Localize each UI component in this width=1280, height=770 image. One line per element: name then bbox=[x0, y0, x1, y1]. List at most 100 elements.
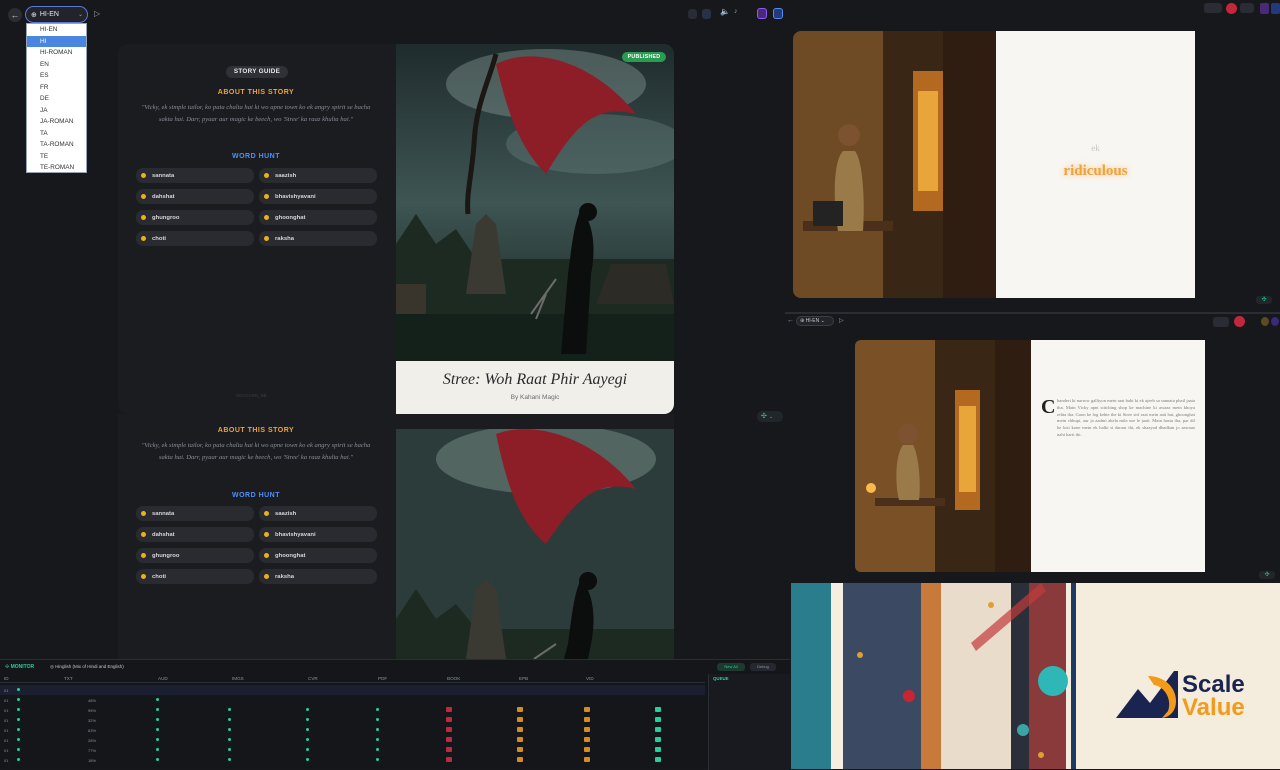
counter-chip[interactable] bbox=[1240, 3, 1254, 13]
play-icon[interactable]: ▷ bbox=[94, 9, 100, 18]
table-row[interactable]: 01 95% bbox=[0, 705, 705, 715]
status-dot bbox=[306, 738, 309, 741]
word-label: choti bbox=[152, 573, 167, 580]
col-header: IMGS bbox=[232, 676, 244, 681]
col-header: CVR bbox=[308, 676, 318, 681]
tailor-illustration bbox=[855, 340, 1031, 572]
table-row[interactable]: 01 48% bbox=[0, 695, 705, 705]
table-row[interactable]: 01 32% bbox=[0, 715, 705, 725]
word-label: ghoonghat bbox=[275, 552, 306, 559]
lang-option-selected[interactable]: HI bbox=[27, 35, 86, 47]
new-all-button[interactable]: New All bbox=[717, 663, 745, 671]
word-chip[interactable]: bhavishyavani bbox=[259, 527, 377, 542]
word-chip[interactable]: bhavishyavani bbox=[259, 189, 377, 204]
word-chip[interactable]: choti bbox=[136, 569, 254, 584]
status-dot bbox=[228, 728, 231, 731]
panel-toggle-icon[interactable] bbox=[1271, 3, 1280, 14]
queue-label: QUEUE bbox=[713, 676, 729, 681]
mode-chip[interactable] bbox=[1213, 317, 1229, 327]
bullet-icon bbox=[264, 511, 269, 516]
top-toolbar: ← ▷ 🔈 ♪ bbox=[0, 0, 785, 30]
settings-icon[interactable] bbox=[1261, 317, 1269, 326]
lang-option[interactable]: ES bbox=[27, 70, 86, 82]
lang-option[interactable]: DE bbox=[27, 93, 86, 105]
word-label: dahshat bbox=[152, 193, 175, 200]
monitor-title: ✣ MONITOR bbox=[5, 664, 35, 670]
toggle-icon[interactable] bbox=[688, 9, 697, 19]
add-widget-button[interactable]: ✣ ⌄ bbox=[757, 411, 783, 422]
table-row[interactable]: 01 63% bbox=[0, 725, 705, 735]
play-icon[interactable]: ▷ bbox=[839, 317, 844, 324]
status-flag bbox=[446, 747, 452, 752]
lang-option[interactable]: JA-ROMAN bbox=[27, 116, 86, 128]
record-icon[interactable] bbox=[1226, 3, 1237, 14]
language-select[interactable]: ⊕ HI-EN ⌄ bbox=[25, 6, 88, 23]
word-chip[interactable]: dahshat bbox=[136, 189, 254, 204]
lang-option[interactable]: HI-EN bbox=[27, 24, 86, 36]
debug-button[interactable]: Debug bbox=[750, 663, 776, 671]
word-chip[interactable]: saazish bbox=[259, 506, 377, 521]
monitor-header-row: ID TXT AUD IMGS CVR PDF BOOK EPB VID bbox=[0, 674, 705, 683]
lang-option[interactable]: JA bbox=[27, 105, 86, 117]
table-row[interactable]: 01 28% bbox=[0, 735, 705, 745]
status-dot bbox=[17, 718, 20, 721]
lang-option[interactable]: TA bbox=[27, 128, 86, 140]
lang-option[interactable]: TA-ROMAN bbox=[27, 139, 86, 151]
mode-chip[interactable] bbox=[1204, 3, 1222, 13]
word-chip[interactable]: ghoonghat bbox=[259, 548, 377, 563]
about-text: "Vicky, ek simple tailor, ko pata chalta… bbox=[141, 442, 371, 461]
grid-toggle-icon[interactable] bbox=[757, 8, 767, 19]
lang-option[interactable]: TE-ROMAN bbox=[27, 162, 86, 174]
word-chip[interactable]: ghungroo bbox=[136, 210, 254, 225]
word-chip[interactable]: raksha bbox=[259, 569, 377, 584]
col-header: EPB bbox=[519, 676, 529, 681]
cover-caption: Stree: Woh Raat Phir Aayegi By Kahani Ma… bbox=[396, 361, 674, 414]
word-chip[interactable]: choti bbox=[136, 231, 254, 246]
status-flag bbox=[446, 727, 452, 732]
word-label: dahshat bbox=[152, 531, 175, 538]
bullet-icon bbox=[141, 511, 146, 516]
status-dot bbox=[228, 708, 231, 711]
volume-icon[interactable]: 🔈 bbox=[720, 7, 730, 16]
panel-toggle-icon[interactable] bbox=[773, 8, 783, 19]
word-chip[interactable]: ghoonghat bbox=[259, 210, 377, 225]
txt-progress: 95% bbox=[88, 708, 97, 713]
record-icon[interactable] bbox=[1234, 316, 1245, 327]
panel-toggle-icon[interactable] bbox=[1271, 317, 1279, 326]
word-label: choti bbox=[152, 235, 167, 242]
word-chip[interactable]: dahshat bbox=[136, 527, 254, 542]
col-header: BOOK bbox=[447, 676, 461, 681]
word-chip[interactable]: raksha bbox=[259, 231, 377, 246]
word-chip[interactable]: saazish bbox=[259, 168, 377, 183]
lang-option[interactable]: TE bbox=[27, 151, 86, 163]
story-guide-pill[interactable]: STORY GUIDE bbox=[226, 66, 288, 78]
music-icon[interactable]: ♪ bbox=[734, 8, 738, 15]
add-widget-button[interactable]: ✣ bbox=[1256, 296, 1272, 304]
table-row[interactable]: 01 77% bbox=[0, 745, 705, 755]
row-id: 01 bbox=[4, 698, 9, 703]
status-dot bbox=[306, 748, 309, 751]
word-chip[interactable]: sannata bbox=[136, 506, 254, 521]
globe-icon: ⊕ bbox=[31, 11, 37, 19]
txt-progress: 77% bbox=[88, 748, 97, 753]
about-title: ABOUT THIS STORY bbox=[217, 427, 295, 434]
back-arrow-icon[interactable]: ← bbox=[787, 317, 794, 324]
table-row[interactable]: 01 bbox=[0, 685, 705, 695]
monitor-panel: ✣ MONITOR ◎ Hinglish (Mix of Hindi and E… bbox=[0, 659, 790, 770]
add-widget-button[interactable]: ✣ bbox=[1259, 571, 1275, 579]
grid-toggle-icon[interactable] bbox=[1260, 3, 1269, 14]
lang-option[interactable]: HI-ROMAN bbox=[27, 47, 86, 59]
card-footer-id: ISO-CARD_SB bbox=[236, 393, 267, 398]
lang-option[interactable]: FR bbox=[27, 82, 86, 94]
status-dot bbox=[156, 758, 159, 761]
status-dot bbox=[376, 748, 379, 751]
language-select[interactable]: ⊕ HI-EN ⌄ bbox=[796, 316, 834, 326]
col-header: AUD bbox=[158, 676, 168, 681]
lang-option[interactable]: EN bbox=[27, 59, 86, 71]
layout-icon[interactable] bbox=[702, 9, 711, 19]
word-chip[interactable]: sannata bbox=[136, 168, 254, 183]
col-header: TXT bbox=[64, 676, 73, 681]
table-row[interactable]: 01 18% bbox=[0, 755, 705, 765]
back-arrow-icon[interactable]: ← bbox=[8, 8, 22, 22]
word-chip[interactable]: ghungroo bbox=[136, 548, 254, 563]
